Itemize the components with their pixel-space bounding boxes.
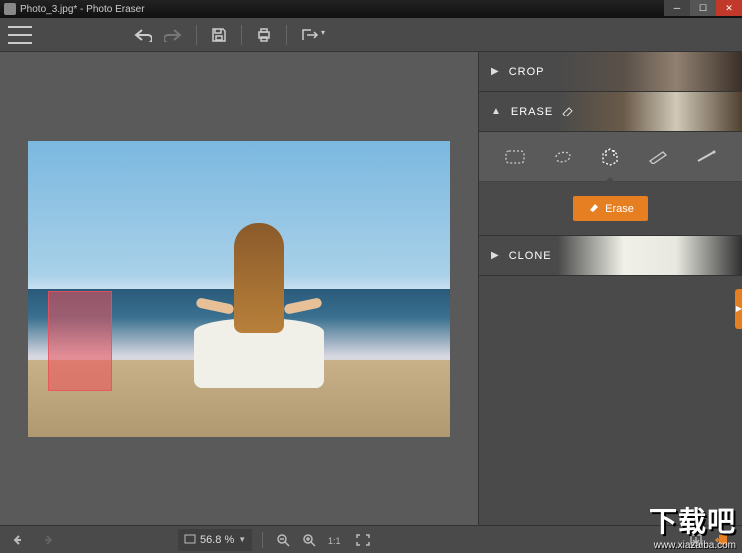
minimize-button[interactable]: ─ bbox=[664, 0, 690, 16]
rect-select-tool[interactable] bbox=[498, 142, 532, 172]
erase-button-label: Erase bbox=[605, 203, 634, 215]
print-icon[interactable] bbox=[252, 23, 276, 47]
erase-tool-row bbox=[479, 132, 742, 182]
panel-crop-label: CROP bbox=[509, 66, 545, 78]
eraser-icon bbox=[559, 103, 573, 121]
lasso-tool[interactable] bbox=[546, 142, 580, 172]
chevron-right-icon: ▶ bbox=[491, 66, 499, 77]
main-toolbar: ▾ bbox=[0, 18, 742, 52]
redo-icon[interactable] bbox=[160, 24, 186, 46]
exit-icon[interactable] bbox=[712, 530, 732, 550]
menu-button[interactable] bbox=[8, 26, 32, 44]
erase-selection-overlay[interactable] bbox=[48, 291, 112, 391]
panel-clone-header[interactable]: ▶ CLONE bbox=[479, 236, 742, 276]
chevron-down-icon: ▲ bbox=[491, 106, 501, 117]
separator bbox=[241, 25, 242, 45]
canvas-area[interactable] bbox=[0, 52, 478, 525]
status-bar: 56.8 % ▼ 1:1 bbox=[0, 525, 742, 553]
fit-screen-icon[interactable] bbox=[353, 531, 373, 549]
maximize-button[interactable]: ☐ bbox=[690, 0, 716, 16]
export-icon[interactable]: ▾ bbox=[297, 24, 329, 46]
panel-erase-label: ERASE bbox=[511, 106, 553, 118]
side-panel: ▶ CROP ▲ ERASE bbox=[478, 52, 742, 525]
panel-crop-header[interactable]: ▶ CROP bbox=[479, 52, 742, 92]
zoom-out-icon[interactable] bbox=[273, 530, 293, 550]
save-icon[interactable] bbox=[207, 23, 231, 47]
panel-erase-header[interactable]: ▲ ERASE bbox=[479, 92, 742, 132]
chevron-right-icon: ▶ bbox=[491, 250, 499, 261]
main-area: ▶ CROP ▲ ERASE bbox=[0, 52, 742, 525]
undo-icon[interactable] bbox=[130, 24, 156, 46]
save-state-icon[interactable] bbox=[686, 530, 706, 550]
separator bbox=[262, 532, 263, 548]
separator bbox=[196, 25, 197, 45]
actual-size-icon[interactable]: 1:1 bbox=[325, 531, 347, 549]
magic-wand-tool[interactable] bbox=[689, 142, 723, 172]
prev-image-icon[interactable] bbox=[10, 531, 30, 549]
photo-canvas[interactable] bbox=[28, 141, 450, 437]
separator bbox=[286, 25, 287, 45]
zoom-display[interactable]: 56.8 % ▼ bbox=[178, 529, 252, 551]
image-thumb-icon bbox=[184, 531, 196, 549]
erase-button[interactable]: Erase bbox=[573, 196, 648, 221]
close-button[interactable]: ✕ bbox=[716, 0, 742, 16]
next-image-icon[interactable] bbox=[36, 531, 56, 549]
eraser-icon bbox=[587, 202, 599, 215]
polygon-tool[interactable] bbox=[593, 142, 627, 172]
window-title: Photo_3.jpg* - Photo Eraser bbox=[20, 4, 145, 15]
title-bar: Photo_3.jpg* - Photo Eraser ─ ☐ ✕ bbox=[0, 0, 742, 18]
panel-clone-label: CLONE bbox=[509, 250, 552, 262]
brush-tool[interactable] bbox=[641, 142, 675, 172]
photo-subject bbox=[214, 223, 304, 403]
zoom-in-icon[interactable] bbox=[299, 530, 319, 550]
app-icon bbox=[4, 3, 16, 15]
zoom-value: 56.8 % bbox=[200, 534, 234, 546]
window-controls: ─ ☐ ✕ bbox=[664, 0, 742, 16]
svg-text:1:1: 1:1 bbox=[328, 536, 341, 546]
panel-collapse-handle[interactable]: ▶ bbox=[735, 289, 742, 329]
erase-action-row: Erase bbox=[479, 182, 742, 236]
chevron-down-icon: ▼ bbox=[238, 535, 246, 544]
